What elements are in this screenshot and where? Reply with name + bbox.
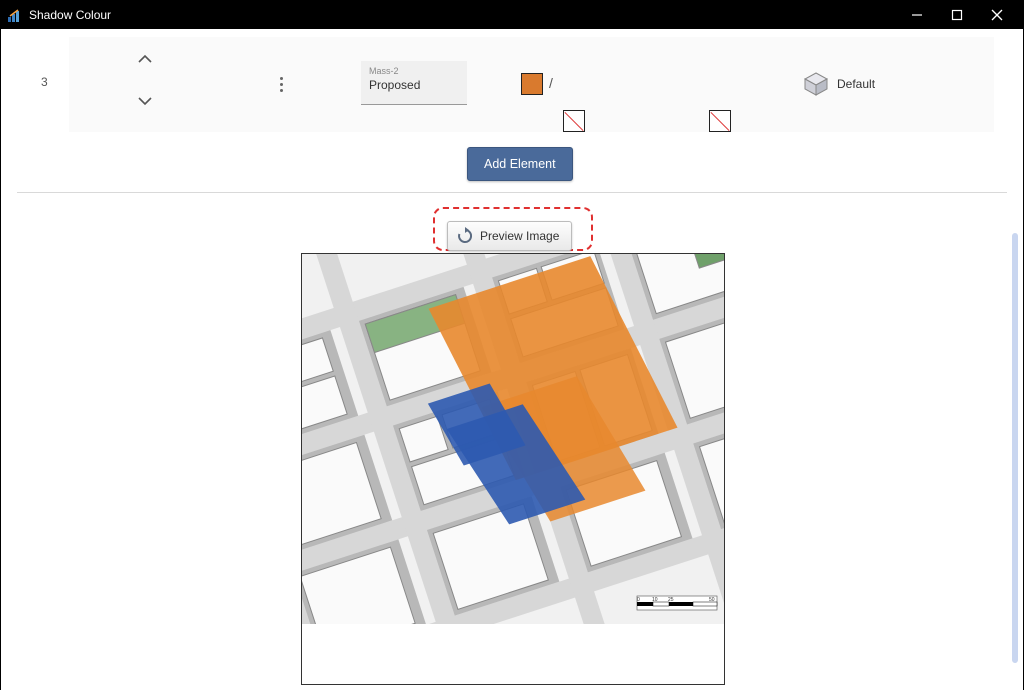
add-element-label: Add Element — [484, 157, 556, 171]
preview-image-label: Preview Image — [480, 229, 559, 243]
secondary-color-swatch[interactable] — [709, 110, 731, 132]
swatch-separator: / — [549, 75, 553, 91]
display-mode-label: Default — [837, 77, 875, 91]
svg-text:25: 25 — [668, 597, 674, 603]
row-menu-button[interactable] — [273, 77, 289, 92]
content-area: 3 Mass-2 Proposed / — [1, 29, 1023, 690]
svg-text:50: 50 — [709, 597, 715, 603]
cube-icon[interactable] — [803, 71, 829, 102]
chevron-down-icon[interactable] — [137, 95, 153, 107]
add-element-button[interactable]: Add Element — [467, 147, 573, 181]
titlebar: Shadow Colour — [1, 1, 1023, 29]
preview-image-button[interactable]: Preview Image — [447, 221, 572, 251]
mass-field-value: Proposed — [369, 78, 459, 92]
maximize-button[interactable] — [937, 1, 977, 29]
element-row: Mass-2 Proposed / Default — [69, 37, 994, 132]
map-preview: 0 10 25 50 — [301, 253, 725, 685]
vertical-scrollbar-thumb[interactable] — [1012, 233, 1018, 663]
fill-color-swatch[interactable] — [521, 73, 543, 95]
row-index: 3 — [41, 75, 48, 89]
svg-text:0: 0 — [637, 597, 640, 603]
minimize-button[interactable] — [897, 1, 937, 29]
reorder-arrows — [129, 53, 161, 107]
refresh-icon — [456, 227, 474, 245]
mass-field-label: Mass-2 — [369, 66, 459, 76]
app-icon — [7, 7, 23, 23]
chevron-up-icon[interactable] — [137, 53, 153, 65]
window-frame: Shadow Colour 3 Mass-2 Proposed — [0, 0, 1024, 690]
mass-name-field[interactable]: Mass-2 Proposed — [361, 61, 467, 105]
svg-text:10: 10 — [652, 597, 658, 603]
window-title: Shadow Colour — [29, 8, 897, 22]
close-button[interactable] — [977, 1, 1017, 29]
outline-color-swatch[interactable] — [563, 110, 585, 132]
map-image: 0 10 25 50 — [302, 254, 724, 624]
section-divider — [17, 192, 1007, 193]
